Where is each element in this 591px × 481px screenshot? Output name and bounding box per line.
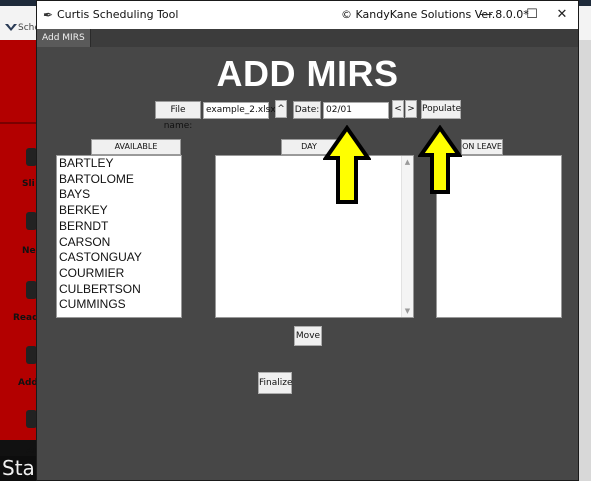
previous-date-button[interactable]: < — [392, 100, 404, 118]
list-item[interactable]: BARTOLOME — [57, 172, 181, 188]
maximize-icon[interactable]: ☐ — [515, 1, 549, 29]
available-employees-label: AVAILABLE EMPLOYESS — [91, 139, 181, 165]
file-name-field[interactable]: example_2.xlsx — [203, 102, 276, 119]
move-button[interactable]: Move — [294, 326, 322, 346]
file-name-label: File name: — [155, 101, 201, 131]
close-icon[interactable]: ✕ — [545, 1, 579, 29]
finalize-button[interactable]: Finalize — [258, 372, 293, 394]
page-title: ADD MIRS — [216, 53, 399, 94]
up-arrow-icon — [323, 125, 371, 204]
window-titlebar: ✒ Curtis Scheduling Tool © KandyKane Sol… — [37, 1, 578, 29]
available-employees-list[interactable]: BARTLEY BARTOLOME BAYS BERKEY BERNDT CAR… — [56, 155, 182, 318]
sidebar-divider — [0, 122, 37, 124]
tab-bar: Add MIRS — [37, 29, 578, 47]
sidebar-label: Add — [18, 378, 38, 388]
on-leave-label: ON LEAVE — [461, 139, 503, 155]
app-logo-icon — [5, 24, 17, 31]
list-item[interactable]: BAYS — [57, 187, 181, 203]
add-mirs-window: ✒ Curtis Scheduling Tool © KandyKane Sol… — [36, 0, 579, 481]
sidebar-label: Sli — [22, 179, 35, 189]
scroll-down-icon[interactable]: ▼ — [402, 306, 413, 316]
list-item[interactable]: BERNDT — [57, 219, 181, 235]
sidebar-label: Read — [13, 313, 39, 323]
list-item[interactable]: BARTLEY — [57, 156, 181, 172]
scroll-up-icon[interactable]: ▲ — [402, 157, 413, 167]
tab-add-mirs[interactable]: Add MIRS — [37, 29, 91, 47]
browse-file-button[interactable]: ^ — [275, 100, 287, 118]
list-item[interactable]: CUMMINGS — [57, 297, 181, 313]
background-sidebar: Sli Ne Read Add Ar — [0, 40, 39, 456]
minimize-icon[interactable]: — — [469, 1, 503, 29]
window-title: Curtis Scheduling Tool — [57, 8, 179, 21]
background-status-text: Sta — [0, 456, 40, 481]
date-field[interactable]: 02/01 — [323, 102, 389, 119]
day-preview-scrollbar[interactable]: ▲ ▼ — [401, 156, 413, 317]
sidebar-label: Ne — [22, 246, 36, 256]
day-preview-list[interactable]: ▲ ▼ — [215, 155, 414, 318]
list-item[interactable]: BERKEY — [57, 203, 181, 219]
populate-button[interactable]: Populate — [421, 100, 461, 119]
date-label: Date: — [293, 101, 321, 119]
background-right-edge — [579, 40, 591, 481]
next-date-button[interactable]: > — [405, 100, 417, 118]
list-item[interactable]: CARSON — [57, 235, 181, 251]
list-item[interactable]: CULBERTSON — [57, 282, 181, 298]
list-item[interactable]: COURMIER — [57, 266, 181, 282]
up-arrow-icon — [418, 125, 462, 194]
list-item[interactable]: CASTONGUAY — [57, 250, 181, 266]
feather-icon: ✒ — [43, 8, 54, 22]
